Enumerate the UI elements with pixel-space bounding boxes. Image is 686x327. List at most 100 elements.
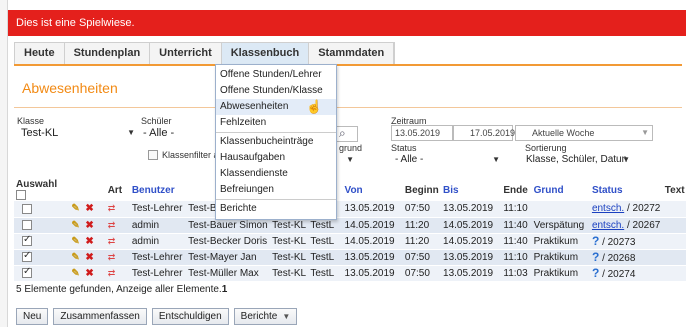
zusammenfassen-button[interactable]: Zusammenfassen	[53, 308, 147, 325]
menu-abwesenheiten[interactable]: Abwesenheiten ☝	[216, 99, 336, 115]
delete-x-icon[interactable]: ✖	[85, 220, 93, 231]
klassenfilter-checkbox[interactable]	[148, 150, 158, 160]
edit-pencil-icon[interactable]: ✎	[71, 252, 79, 263]
edit-pencil-icon[interactable]: ✎	[71, 236, 79, 247]
delete-x-icon[interactable]: ✖	[85, 252, 93, 263]
question-mark-icon[interactable]: ?	[592, 250, 599, 264]
menu-offene-stunden-klasse[interactable]: Offene Stunden/Klasse	[216, 83, 336, 99]
row-checkbox[interactable]	[22, 234, 32, 246]
table-row[interactable]: ✎ ✖ ⇄ Test-LehrerTest-Mayer JanTest-KLTest…	[14, 249, 686, 266]
zeitraum-select[interactable]: Aktuelle Woche ▼	[515, 125, 653, 141]
nav-divider	[14, 64, 682, 66]
status-link[interactable]: entsch.	[592, 203, 624, 214]
nav-stammdaten[interactable]: Stammdaten	[309, 43, 395, 65]
col-grund[interactable]: Grund	[532, 179, 590, 201]
nav-unterricht[interactable]: Unterricht	[150, 43, 222, 65]
menu-divider	[216, 132, 336, 133]
question-mark-icon[interactable]: ?	[592, 234, 599, 248]
date-from-field[interactable]: 13.05.2019	[391, 125, 453, 141]
menu-befreiungen[interactable]: Befreiungen	[216, 182, 336, 198]
status-select[interactable]: - Alle - ▼	[391, 152, 504, 168]
row-checkbox[interactable]	[22, 266, 32, 278]
col-ende: Ende	[503, 184, 528, 196]
text-cell	[662, 233, 686, 250]
schueler-select[interactable]: - Alle -	[139, 125, 214, 141]
select-all-checkbox[interactable]	[16, 190, 26, 201]
status-link[interactable]: entsch.	[592, 220, 624, 231]
ende-cell: 11:40	[501, 233, 532, 250]
klasse-cell: Test-KL	[270, 265, 309, 282]
edit-pencil-icon[interactable]: ✎	[71, 203, 79, 214]
absence-type-icon: ⇄	[107, 251, 116, 262]
klasse-cell: Test-KL	[270, 249, 309, 266]
col-text: Text	[664, 184, 685, 196]
title-divider	[14, 107, 682, 108]
lehrer-cell: TestL	[308, 249, 343, 266]
main-nav: Heute Stundenplan Unterricht Klassenbuch…	[14, 42, 396, 65]
schueler-cell: Test-Becker Doris	[186, 233, 271, 250]
menu-abwesenheiten-label: Abwesenheiten	[220, 101, 289, 112]
table-row[interactable]: ✎ ✖⇄Test-LehrerTest-Müller MaxTest-KLTes…	[14, 265, 686, 282]
sortierung-select[interactable]: Klasse, Schüler, Datun ▼	[522, 152, 634, 168]
text-cell	[662, 265, 686, 282]
grund-cell: Praktikum	[531, 233, 590, 250]
von-cell: 13.05.2019	[342, 249, 403, 266]
app-frame: Dies ist eine Spielwiese. Heute Stundenp…	[7, 0, 686, 327]
row-select-cell	[14, 233, 60, 250]
status-number: / 20267	[626, 219, 661, 231]
edit-pencil-icon[interactable]: ✎	[71, 220, 79, 231]
result-page: 1	[221, 284, 228, 295]
art-cell: ⇄	[105, 265, 130, 282]
chevron-down-icon: ▼	[622, 155, 630, 164]
bis-cell: 13.05.2019	[441, 265, 502, 282]
status-number: / 20272	[626, 203, 661, 215]
menu-hausaufgaben[interactable]: Hausaufgaben	[216, 150, 336, 166]
beginn-cell: 07:50	[402, 265, 442, 282]
menu-klassendienste[interactable]: Klassendienste	[216, 166, 336, 182]
action-buttons: Neu Zusammenfassen Entschuldigen Bericht…	[16, 308, 298, 325]
col-benutzer[interactable]: Benutzer	[130, 179, 186, 201]
col-beginn: Beginn	[404, 184, 439, 196]
menu-klassenbucheintraege[interactable]: Klassenbucheinträge	[216, 134, 336, 150]
klasse-select[interactable]: Test-KL ▼	[17, 125, 139, 141]
status-number: / 20274	[602, 269, 636, 280]
delete-x-icon[interactable]: ✖	[85, 236, 93, 247]
benutzer-cell: Test-Lehrer	[129, 249, 187, 266]
row-checkbox[interactable]	[22, 219, 32, 230]
nav-klassenbuch[interactable]: Klassenbuch	[221, 43, 310, 65]
delete-x-icon[interactable]: ✖	[85, 203, 93, 214]
col-auswahl-label: Auswahl	[16, 179, 58, 190]
col-art: Art	[107, 184, 123, 196]
table-row[interactable]: ✎ ✖⇄adminTest-Becker DorisTest-KLTestL14…	[14, 233, 686, 250]
menu-offene-stunden-lehrer[interactable]: Offene Stunden/Lehrer	[216, 67, 336, 83]
menu-berichte[interactable]: Berichte	[216, 201, 336, 217]
col-status[interactable]: Status	[590, 179, 663, 201]
col-von[interactable]: Von	[343, 179, 403, 201]
neu-button[interactable]: Neu	[16, 308, 49, 325]
date-to-field[interactable]: 17.05.2019	[453, 125, 515, 141]
edit-pencil-icon[interactable]: ✎	[71, 268, 79, 279]
klassenbuch-menu: Offene Stunden/Lehrer Offene Stunden/Kla…	[215, 64, 337, 220]
klasse-cell: Test-KL	[270, 233, 309, 250]
date-from-value: 13.05.2019	[395, 128, 441, 138]
row-select-cell	[14, 201, 60, 218]
benutzer-cell: admin	[129, 217, 187, 234]
table-row[interactable]: ✎ ✖ ⇄ admin Test-Bauer Simon Test-KL TestL 14.…	[14, 217, 686, 234]
search-icon[interactable]: ⌕	[339, 126, 346, 141]
row-checkbox[interactable]	[22, 250, 32, 262]
nav-heute[interactable]: Heute	[15, 43, 65, 65]
schueler-cell: Test-Mayer Jan	[186, 249, 271, 266]
row-checkbox[interactable]	[22, 203, 32, 214]
delete-x-icon[interactable]: ✖	[85, 268, 93, 279]
entschuldigen-button[interactable]: Entschuldigen	[151, 308, 229, 325]
status-number: / 20268	[602, 253, 636, 264]
question-mark-icon[interactable]: ?	[592, 266, 599, 280]
grund-cell: Praktikum	[531, 249, 590, 266]
nav-stundenplan[interactable]: Stundenplan	[65, 43, 151, 65]
status-number: / 20273	[602, 237, 636, 248]
table-row[interactable]: ✎ ✖⇄Test-LehrerTest-Bauer SimonTest-KLTe…	[14, 201, 686, 218]
col-bis[interactable]: Bis	[441, 179, 501, 201]
benutzer-cell: Test-Lehrer	[129, 201, 187, 218]
berichte-button[interactable]: Berichte ▼	[233, 308, 298, 325]
menu-fehlzeiten[interactable]: Fehlzeiten	[216, 115, 336, 131]
